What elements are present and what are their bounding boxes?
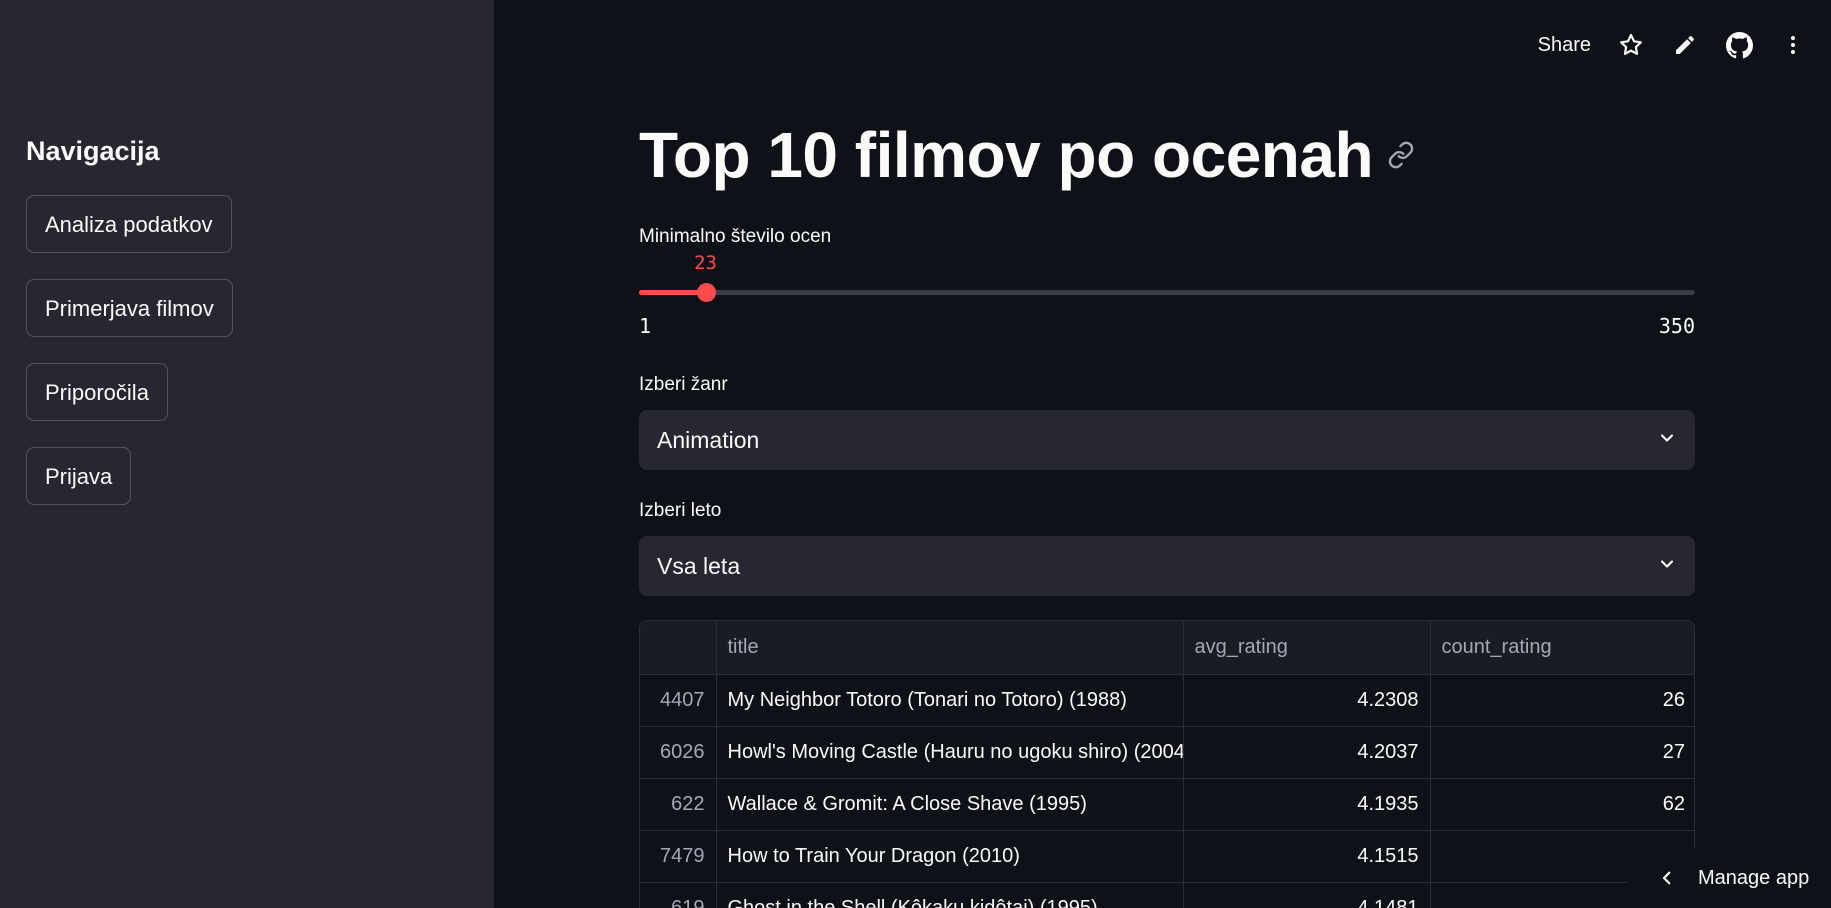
chevron-down-icon — [1657, 428, 1677, 453]
avg-rating: 4.1515 — [1183, 830, 1431, 883]
row-index: 4407 — [640, 674, 717, 727]
slider-max-label: 350 — [1658, 314, 1695, 338]
sidebar: Navigacija Analiza podatkov Primerjava f… — [0, 0, 494, 908]
movie-title: Wallace & Gromit: A Close Shave (1995) — [716, 778, 1184, 831]
table-row[interactable]: 6026 Howl's Moving Castle (Hauru no ugok… — [640, 726, 1694, 779]
slider-fill — [639, 290, 706, 295]
column-header-avg-rating[interactable]: avg_rating — [1183, 621, 1431, 675]
nav-button-primerjava-filmov[interactable]: Primerjava filmov — [26, 279, 233, 337]
year-select[interactable]: Vsa leta — [639, 536, 1695, 596]
genre-select-value: Animation — [657, 426, 760, 453]
nav-button-prijava[interactable]: Prijava — [26, 447, 132, 505]
min-ratings-slider[interactable]: 23 — [639, 252, 1695, 302]
slider-value: 23 — [694, 252, 718, 274]
table-row[interactable]: 619 Ghost in the Shell (Kôkaku kidôtai) … — [640, 882, 1694, 908]
link-icon[interactable] — [1387, 141, 1415, 169]
row-index: 619 — [640, 882, 717, 908]
main-content: Share Top 10 filmov po ocenah Minimalno … — [494, 0, 1831, 908]
avg-rating: 4.1481 — [1183, 882, 1431, 908]
table-header-row: title avg_rating count_rating — [640, 621, 1694, 675]
table-row[interactable]: 622 Wallace & Gromit: A Close Shave (199… — [640, 778, 1694, 831]
table-row[interactable]: 4407 My Neighbor Totoro (Tonari no Totor… — [640, 674, 1694, 727]
avg-rating: 4.2308 — [1183, 674, 1431, 727]
slider-label: Minimalno število ocen — [639, 226, 832, 247]
avg-rating: 4.2037 — [1183, 726, 1431, 779]
column-header-index[interactable] — [640, 621, 717, 675]
sidebar-title: Navigacija — [26, 136, 160, 166]
column-header-title[interactable]: title — [716, 621, 1184, 675]
page-title-text: Top 10 filmov po ocenah — [639, 119, 1374, 191]
nav-button-priporocila[interactable]: Priporočila — [26, 363, 168, 421]
manage-app-label: Manage app — [1698, 866, 1810, 889]
nav-button-analiza-podatkov[interactable]: Analiza podatkov — [26, 195, 232, 253]
row-index: 7479 — [640, 830, 717, 883]
data-table: title avg_rating count_rating 4407 My Ne… — [640, 621, 1694, 908]
count-rating: 27 — [1430, 726, 1694, 779]
chevron-down-icon — [1657, 554, 1677, 579]
movie-title: How to Train Your Dragon (2010) — [716, 830, 1184, 883]
row-index: 6026 — [640, 726, 717, 779]
pencil-icon[interactable] — [1667, 27, 1703, 63]
year-select-label: Izberi leto — [639, 500, 722, 521]
table-row[interactable]: 7479 How to Train Your Dragon (2010) 4.1… — [640, 830, 1694, 883]
avg-rating: 4.1935 — [1183, 778, 1431, 831]
top-toolbar: Share — [1538, 0, 1831, 90]
movie-title: My Neighbor Totoro (Tonari no Totoro) (1… — [716, 674, 1184, 727]
share-button[interactable]: Share — [1538, 34, 1591, 57]
movie-title: Howl's Moving Castle (Hauru no ugoku shi… — [716, 726, 1184, 779]
genre-select[interactable]: Animation — [639, 410, 1695, 470]
movies-table[interactable]: title avg_rating count_rating 4407 My Ne… — [639, 620, 1695, 908]
chevron-left-icon — [1658, 869, 1676, 887]
year-select-value: Vsa leta — [657, 552, 741, 579]
manage-app-button[interactable]: Manage app — [1628, 848, 1831, 908]
slider-min-label: 1 — [639, 314, 652, 338]
movie-title: Ghost in the Shell (Kôkaku kidôtai) (199… — [716, 882, 1184, 908]
count-rating: 26 — [1430, 674, 1694, 727]
star-icon[interactable] — [1613, 27, 1649, 63]
row-index: 622 — [640, 778, 717, 831]
github-icon[interactable] — [1721, 27, 1757, 63]
count-rating: 62 — [1430, 778, 1694, 831]
genre-select-label: Izberi žanr — [639, 374, 728, 395]
page-title: Top 10 filmov po ocenah — [639, 118, 1415, 192]
column-header-count-rating[interactable]: count_rating — [1430, 621, 1694, 675]
more-vertical-icon[interactable] — [1775, 27, 1811, 63]
slider-thumb[interactable] — [696, 283, 716, 302]
